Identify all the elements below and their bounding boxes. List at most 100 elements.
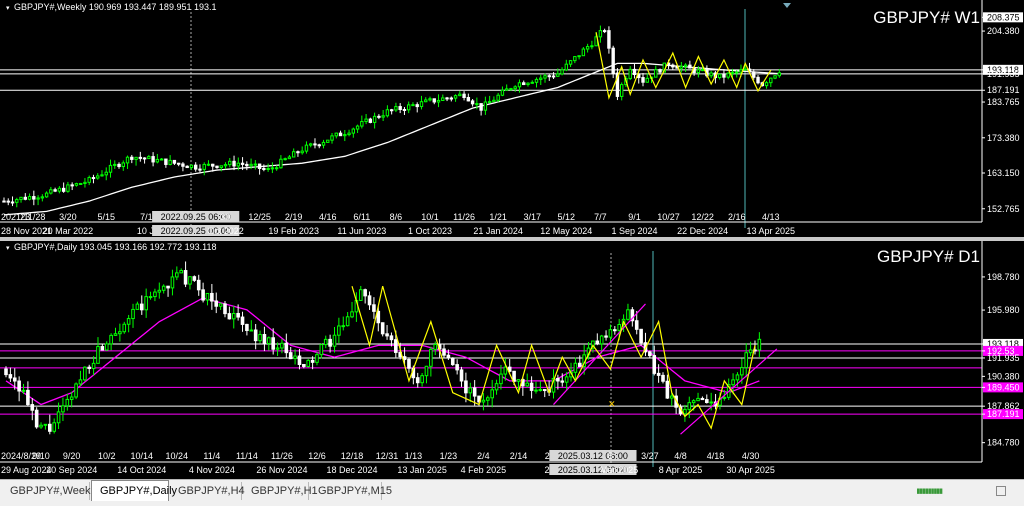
candle-body xyxy=(628,68,632,80)
tab-gbpjpy-weekly[interactable]: GBPJPY#,Weekly xyxy=(2,482,98,500)
candle-body xyxy=(407,359,411,369)
weekly-chart[interactable]: ▾ GBPJPY#,Weekly 190.969 193.447 189.951… xyxy=(0,0,1024,237)
date-label: 9/20 xyxy=(63,451,81,461)
candle-body xyxy=(394,339,398,353)
candle-body xyxy=(671,64,675,68)
price-label: 208.375 xyxy=(987,12,1020,22)
candle-body xyxy=(223,164,228,167)
candle-body xyxy=(433,344,438,350)
candle-body xyxy=(274,167,279,170)
candle-body xyxy=(126,318,131,325)
candle-body xyxy=(192,276,197,281)
candle-body xyxy=(181,163,185,167)
date-label: 11/4 xyxy=(203,451,220,461)
candle-body xyxy=(656,372,661,376)
candle-body xyxy=(492,99,496,103)
candle-body xyxy=(744,352,749,369)
candle-body xyxy=(669,395,674,399)
candle-body xyxy=(96,175,100,179)
candle-body xyxy=(504,88,509,91)
date-label: 1/21 xyxy=(489,212,507,222)
date-label: 11 Jun 2023 xyxy=(337,226,386,236)
candle-body xyxy=(539,77,543,80)
candle-body xyxy=(577,362,582,367)
candle-body xyxy=(109,334,113,345)
candle-body xyxy=(769,77,773,84)
candle-body xyxy=(104,171,108,176)
candle-body xyxy=(595,340,600,345)
candle-body xyxy=(398,106,402,110)
price-label: 152.765 xyxy=(987,204,1020,214)
candle-body xyxy=(87,366,92,370)
candle-body xyxy=(560,380,565,383)
candle-body xyxy=(525,382,530,387)
date-label: 12 May 2024 xyxy=(540,226,592,236)
candle-body xyxy=(91,362,96,370)
candle-body xyxy=(522,82,526,86)
resize-grip-icon[interactable]: ▮▮▮▮▮▮▮▮▮ xyxy=(916,487,943,495)
candle-body xyxy=(547,75,551,78)
tab-gbpjpy-m15[interactable]: GBPJPY#,M15 xyxy=(310,482,392,500)
candle-body xyxy=(185,165,189,169)
candle-body xyxy=(175,272,179,278)
candle-body xyxy=(380,322,385,335)
candle-body xyxy=(683,408,687,415)
tab-gbpjpy-h4[interactable]: GBPJPY#,H4 xyxy=(170,482,245,500)
candle-body xyxy=(87,177,91,183)
candle-body xyxy=(78,379,83,385)
date-label: 26 Nov 2024 xyxy=(256,465,307,475)
candle-body xyxy=(183,270,188,285)
candle-body xyxy=(436,99,441,103)
candle-body xyxy=(78,182,83,185)
candle-body xyxy=(196,279,201,291)
date-label: 29 Aug 2024 xyxy=(1,465,52,475)
date-label: 10/14 xyxy=(131,451,154,461)
candle-body xyxy=(705,399,709,403)
date-label: 12/25 xyxy=(248,212,271,222)
candle-body xyxy=(486,397,490,401)
candle-body xyxy=(564,63,569,71)
candle-body xyxy=(483,101,488,111)
daily-chart[interactable]: ▾ GBPJPY#,Daily 193.045 193.166 192.772 … xyxy=(0,241,1024,479)
date-label: 2/16 xyxy=(728,212,746,222)
price-label: 198.780 xyxy=(987,272,1020,282)
candle-body xyxy=(389,335,394,341)
candle-body xyxy=(683,64,688,67)
price-label: 190.380 xyxy=(987,371,1020,381)
candle-body xyxy=(287,156,292,160)
candle-body xyxy=(194,164,198,170)
tab-gbpjpy-daily[interactable]: GBPJPY#,Daily xyxy=(91,480,177,501)
date-label: 7/7 xyxy=(594,212,607,222)
candle-body xyxy=(494,383,499,391)
candle-body xyxy=(147,156,151,160)
candle-body xyxy=(499,373,503,385)
candle-body xyxy=(39,424,43,428)
candle-body xyxy=(688,64,692,69)
candle-body xyxy=(142,157,147,160)
date-label: 14 Oct 2024 xyxy=(117,465,166,475)
candle-body xyxy=(709,72,713,77)
date-label: 30 xyxy=(221,212,231,222)
candle-body xyxy=(577,55,581,58)
candle-body xyxy=(23,196,28,200)
date-label: 4 Feb 2025 xyxy=(461,465,507,475)
candle-body xyxy=(139,303,144,311)
daily-header-arrow: ▾ xyxy=(6,245,10,252)
candle-body xyxy=(394,106,398,111)
candle-body xyxy=(639,328,643,344)
date-label: 1/23 xyxy=(440,451,458,461)
candle-body xyxy=(479,103,483,111)
candle-body xyxy=(679,65,684,69)
candle-body xyxy=(602,30,607,33)
daily-chart-pane[interactable]: ▾ GBPJPY#,Daily 193.045 193.166 192.772 … xyxy=(0,241,1024,479)
tab-scroll-icon[interactable] xyxy=(996,486,1006,496)
tab-gbpjpy-h1[interactable]: GBPJPY#,H1 xyxy=(243,482,318,500)
weekly-chart-pane[interactable]: ▾ GBPJPY#,Weekly 190.969 193.447 189.951… xyxy=(0,0,1024,237)
date-label: 5/12 xyxy=(558,212,576,222)
candle-body xyxy=(450,357,455,366)
candle-body xyxy=(402,108,407,111)
candle-body xyxy=(8,374,13,379)
candle-body xyxy=(34,409,39,428)
candle-body xyxy=(151,156,155,163)
candle-body xyxy=(306,359,311,367)
